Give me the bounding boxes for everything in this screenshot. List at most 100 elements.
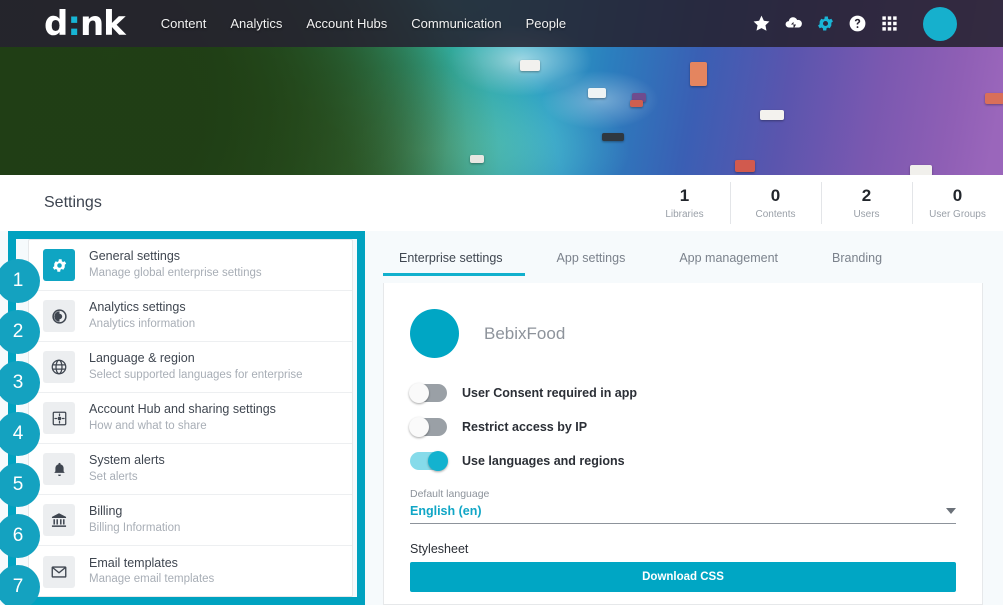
top-navigation-bar: d: nk Content Analytics Account Hubs Comm… (0, 0, 1003, 47)
sidebar-item-text: General settings Manage global enterpris… (89, 249, 262, 281)
languages-regions-toggle[interactable] (410, 451, 448, 471)
sidebar-item-text: Analytics settings Analytics information (89, 300, 195, 332)
sidebar-item-general-settings[interactable]: General settings Manage global enterpris… (29, 240, 352, 291)
sidebar-item-billing[interactable]: Billing Billing Information (29, 495, 352, 546)
stat-users: 2 Users (821, 180, 912, 226)
page-body: General settings Manage global enterpris… (0, 231, 1003, 605)
sidebar-item-text: Email templates Manage email templates (89, 556, 214, 588)
star-icon[interactable] (752, 14, 771, 33)
bell-icon (43, 453, 75, 485)
help-circle-icon[interactable] (848, 14, 867, 33)
page-title: Settings (44, 194, 102, 211)
stats-summary: 1 Libraries 0 Contents 2 Users 0 User Gr… (639, 180, 1003, 226)
sidebar-item-text: Language & region Select supported langu… (89, 351, 303, 383)
boat-3 (690, 62, 707, 86)
sidebar-item-title: System alerts (89, 453, 165, 468)
cloud-upload-icon[interactable] (784, 14, 803, 33)
settings-page: d: nk Content Analytics Account Hubs Comm… (0, 0, 1003, 605)
tab-app-settings[interactable]: App settings (557, 239, 626, 276)
sidebar-item-system-alerts[interactable]: System alerts Set alerts (29, 444, 352, 495)
stat-label: Users (853, 208, 880, 220)
stat-value: 0 (770, 186, 781, 206)
brand-logo[interactable]: d: nk (44, 3, 126, 44)
enterprise-settings-panel: BebixFood User Consent required in app R… (383, 283, 983, 605)
stat-value: 1 (679, 186, 690, 206)
annotation-badge-6: 6 (0, 514, 40, 558)
logo-nk: nk (79, 3, 126, 44)
stat-label: Libraries (665, 208, 704, 220)
restrict-ip-toggle[interactable] (409, 417, 447, 437)
settings-tabs: Enterprise settings App settings App man… (383, 239, 983, 283)
sidebar-item-analytics-settings[interactable]: Analytics settings Analytics information (29, 291, 352, 342)
boat-6 (985, 93, 1003, 104)
nav-item-analytics[interactable]: Analytics (230, 16, 282, 31)
boat-7 (760, 110, 784, 120)
organization-row: BebixFood (410, 309, 956, 358)
sidebar-item-text: System alerts Set alerts (89, 453, 165, 485)
toggle-knob (428, 451, 448, 471)
download-css-button[interactable]: Download CSS (410, 562, 956, 592)
nav-item-communication[interactable]: Communication (411, 16, 501, 31)
organization-avatar[interactable] (410, 309, 459, 358)
toggle-knob (409, 417, 429, 437)
boat-11 (470, 155, 484, 163)
languages-regions-label: Use languages and regions (462, 454, 625, 468)
sidebar-item-title: Email templates (89, 555, 178, 570)
tab-app-management[interactable]: App management (679, 239, 778, 276)
annotation-badge-7: 7 (0, 565, 40, 605)
default-language-value: English (en) (410, 504, 482, 518)
user-consent-label: User Consent required in app (462, 386, 638, 400)
sidebar-item-subtitle: How and what to share (89, 419, 207, 432)
sidebar-item-subtitle: Select supported languages for enterpris… (89, 368, 303, 381)
main-nav: Content Analytics Account Hubs Communica… (161, 16, 566, 31)
gear-icon (43, 249, 75, 281)
settings-main-panel: Enterprise settings App settings App man… (383, 239, 983, 605)
annotation-badge-5: 5 (0, 463, 40, 507)
toggle-row-user-consent: User Consent required in app (409, 383, 956, 403)
annotation-badges: 1 2 3 4 5 6 7 (0, 231, 44, 605)
page-header: Settings 1 Libraries 0 Contents 2 Users … (0, 175, 1003, 231)
nav-item-account-hubs[interactable]: Account Hubs (306, 16, 387, 31)
envelope-icon (43, 555, 75, 588)
user-avatar[interactable] (923, 6, 957, 41)
sidebar-item-email-templates[interactable]: Email templates Manage email templates (29, 546, 352, 596)
settings-sidebar: General settings Manage global enterpris… (28, 239, 353, 597)
logo-colon: : (67, 3, 81, 44)
sidebar-item-text: Billing Billing Information (89, 504, 180, 536)
user-consent-toggle[interactable] (409, 383, 447, 403)
pie-chart-icon (43, 300, 75, 332)
sidebar-item-title: Analytics settings (89, 300, 186, 315)
tab-enterprise-settings[interactable]: Enterprise settings (383, 239, 524, 276)
boat-1 (520, 60, 540, 71)
sidebar-item-title: Account Hub and sharing settings (89, 402, 276, 417)
sidebar-item-title: General settings (89, 249, 181, 264)
sidebar-item-account-hub-sharing[interactable]: Account Hub and sharing settings How and… (29, 393, 352, 444)
toggle-row-restrict-ip: Restrict access by IP (409, 417, 956, 437)
sidebar-item-title: Language & region (89, 351, 195, 366)
gear-icon[interactable] (816, 14, 835, 33)
sidebar-item-subtitle: Analytics information (89, 317, 196, 330)
default-language-label: Default language (410, 488, 490, 500)
boat-9 (735, 160, 755, 172)
sidebar-item-subtitle: Manage email templates (89, 573, 215, 586)
toggle-row-languages-regions: Use languages and regions (410, 451, 956, 471)
stat-label: User Groups (929, 208, 986, 220)
organization-name: BebixFood (484, 323, 566, 343)
restrict-ip-label: Restrict access by IP (462, 420, 588, 434)
sidebar-item-text: Account Hub and sharing settings How and… (89, 402, 276, 434)
toggle-knob (409, 383, 429, 403)
nav-item-people[interactable]: People (526, 16, 566, 31)
apps-grid-icon[interactable] (880, 14, 899, 33)
nav-item-content[interactable]: Content (161, 16, 207, 31)
stat-label: Contents (755, 208, 796, 220)
stat-value: 0 (952, 186, 963, 206)
stat-value: 2 (861, 186, 872, 206)
annotation-badge-1: 1 (0, 259, 40, 303)
default-language-select[interactable]: English (en) (410, 504, 956, 524)
boat-10 (910, 165, 932, 175)
tab-branding[interactable]: Branding (832, 239, 882, 276)
sidebar-item-language-region[interactable]: Language & region Select supported langu… (29, 342, 352, 393)
annotation-badge-2: 2 (0, 310, 40, 354)
stylesheet-label: Stylesheet (410, 542, 469, 556)
sidebar-item-subtitle: Manage global enterprise settings (89, 266, 262, 279)
